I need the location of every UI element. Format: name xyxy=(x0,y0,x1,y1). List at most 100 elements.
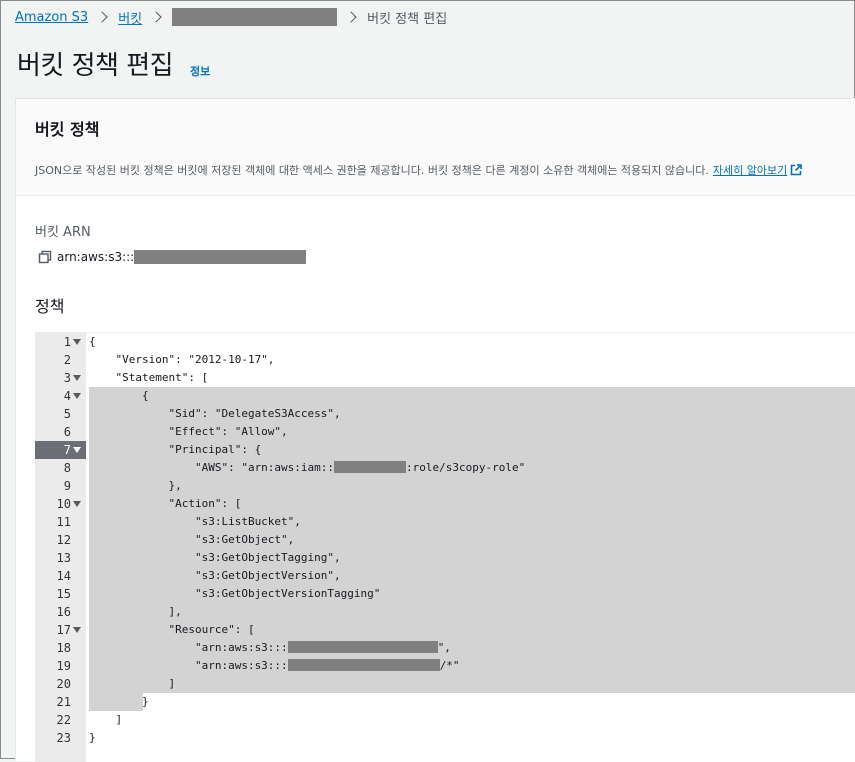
code-text: } xyxy=(89,731,96,744)
code-text: "arn:aws:s3::: ", xyxy=(89,641,451,654)
code-text: "Statement": [ xyxy=(89,371,209,384)
line-number: 15 xyxy=(56,587,71,601)
code-line: 17 "Resource": [ xyxy=(35,621,855,639)
code-text: "s3:GetObjectVersionTagging" xyxy=(89,587,381,600)
code-text: { xyxy=(89,389,149,402)
code-line: 21 } xyxy=(35,693,855,711)
panel-header: 버킷 정책 JSON으로 작성된 버킷 정책은 버킷에 저장된 객체에 대한 액… xyxy=(16,99,855,196)
breadcrumb: Amazon S3 버킷 버킷 정책 편집 xyxy=(15,7,447,27)
code-text: "arn:aws:s3:::/*" xyxy=(89,659,460,672)
chevron-right-icon xyxy=(150,11,162,23)
bucket-policy-panel: 버킷 정책 JSON으로 작성된 버킷 정책은 버킷에 저장된 객체에 대한 액… xyxy=(15,98,855,762)
code-text: "AWS": "arn:aws:iam:::role/s3copy-role" xyxy=(89,461,526,474)
fold-toggle-icon[interactable] xyxy=(73,501,81,507)
fold-toggle-icon[interactable] xyxy=(73,339,81,345)
code-line: 15 "s3:GetObjectVersionTagging" xyxy=(35,585,855,603)
line-number: 19 xyxy=(56,659,71,673)
code-line: 22 ] xyxy=(35,711,855,729)
line-number: 2 xyxy=(63,353,71,367)
panel-title: 버킷 정책 xyxy=(35,120,100,139)
line-number: 3 xyxy=(63,371,71,385)
chevron-right-icon xyxy=(96,11,108,23)
breadcrumb-buckets[interactable]: 버킷 xyxy=(118,8,142,27)
code-line: 18 "arn:aws:s3::: ", xyxy=(35,639,855,657)
line-number: 18 xyxy=(56,641,71,655)
external-link-icon xyxy=(790,164,803,176)
code-line: 3 "Statement": [ xyxy=(35,369,855,387)
code-text: "s3:GetObject", xyxy=(89,533,295,546)
code-line: 16 ], xyxy=(35,603,855,621)
line-number: 21 xyxy=(56,695,71,709)
copy-icon[interactable] xyxy=(38,250,52,264)
code-text: "Sid": "DelegateS3Access", xyxy=(89,407,341,420)
code-text: { xyxy=(89,335,96,348)
fold-toggle-icon[interactable] xyxy=(73,447,81,453)
line-number: 17 xyxy=(56,623,71,637)
redacted-value xyxy=(287,641,438,653)
line-number: 1 xyxy=(63,335,71,349)
breadcrumb-amazon-s3[interactable]: Amazon S3 xyxy=(15,10,88,25)
line-number: 20 xyxy=(56,677,71,691)
line-number: 5 xyxy=(63,407,71,421)
code-text: ], xyxy=(89,605,182,618)
line-number: 6 xyxy=(63,425,71,439)
line-number: 16 xyxy=(56,605,71,619)
line-number: 8 xyxy=(63,461,71,475)
code-text: "Resource": [ xyxy=(89,623,255,636)
line-number: 7 xyxy=(63,443,71,457)
redacted-value xyxy=(287,659,440,671)
line-number: 12 xyxy=(56,533,71,547)
code-line: 19 "arn:aws:s3:::/*" xyxy=(35,657,855,675)
panel-description: JSON으로 작성된 버킷 정책은 버킷에 저장된 객체에 대한 액세스 권한을… xyxy=(35,162,803,178)
fold-toggle-icon[interactable] xyxy=(73,627,81,633)
policy-label: 정책 xyxy=(35,297,65,316)
code-line: 14 "s3:GetObjectVersion", xyxy=(35,567,855,585)
code-text: } xyxy=(89,695,149,708)
page-title: 버킷 정책 편집 xyxy=(17,51,174,81)
code-line: 23} xyxy=(35,729,855,747)
bucket-arn-redacted xyxy=(134,250,307,264)
panel-description-text: JSON으로 작성된 버킷 정책은 버킷에 저장된 객체에 대한 액세스 권한을… xyxy=(35,164,709,177)
info-link[interactable]: 정보 xyxy=(190,63,210,79)
chevron-right-icon xyxy=(345,11,357,23)
code-line: 2 "Version": "2012-10-17", xyxy=(35,351,855,369)
bucket-arn-prefix: arn:aws:s3::: xyxy=(57,250,135,264)
breadcrumb-current: 버킷 정책 편집 xyxy=(367,11,448,27)
line-number: 11 xyxy=(56,515,71,529)
policy-code-editor[interactable]: 1{2 "Version": "2012-10-17", 3 "Statement… xyxy=(35,332,855,762)
bucket-arn-row: arn:aws:s3::: xyxy=(38,250,307,264)
code-text: "Action": [ xyxy=(89,497,242,510)
code-line: 5 "Sid": "DelegateS3Access", xyxy=(35,405,855,423)
fold-toggle-icon[interactable] xyxy=(73,393,81,399)
code-text: ] xyxy=(89,713,123,726)
learn-more-label: 자세히 알아보기 xyxy=(712,164,788,177)
code-text: "Version": "2012-10-17", xyxy=(89,353,275,366)
code-line: 6 "Effect": "Allow", xyxy=(35,423,855,441)
code-line: 20 ] xyxy=(35,675,855,693)
redacted-value xyxy=(334,461,407,473)
code-text: "Effect": "Allow", xyxy=(89,425,288,438)
code-text: ] xyxy=(89,677,176,690)
breadcrumb-bucket-name-redacted[interactable] xyxy=(172,8,338,26)
line-number: 10 xyxy=(56,497,71,511)
code-line: 4 { xyxy=(35,387,855,405)
code-line: 11 "s3:ListBucket", xyxy=(35,513,855,531)
code-line: 12 "s3:GetObject", xyxy=(35,531,855,549)
code-line: 1{ xyxy=(35,333,855,351)
line-number: 22 xyxy=(56,713,71,727)
code-line: 13 "s3:GetObjectTagging", xyxy=(35,549,855,567)
code-text: "s3:GetObjectTagging", xyxy=(89,551,341,564)
code-line: 10 "Action": [ xyxy=(35,495,855,513)
line-number: 4 xyxy=(63,389,71,403)
bucket-arn-label: 버킷 ARN xyxy=(35,225,91,240)
code-text: }, xyxy=(89,479,182,492)
line-number: 14 xyxy=(56,569,71,583)
line-number: 9 xyxy=(63,479,71,493)
code-text: "Principal": { xyxy=(89,443,262,456)
fold-toggle-icon[interactable] xyxy=(73,375,81,381)
line-number: 13 xyxy=(56,551,71,565)
line-number: 23 xyxy=(56,731,71,745)
learn-more-link[interactable]: 자세히 알아보기 xyxy=(712,164,803,177)
code-line: 9 }, xyxy=(35,477,855,495)
code-line: 8 "AWS": "arn:aws:iam:::role/s3copy-role… xyxy=(35,459,855,477)
